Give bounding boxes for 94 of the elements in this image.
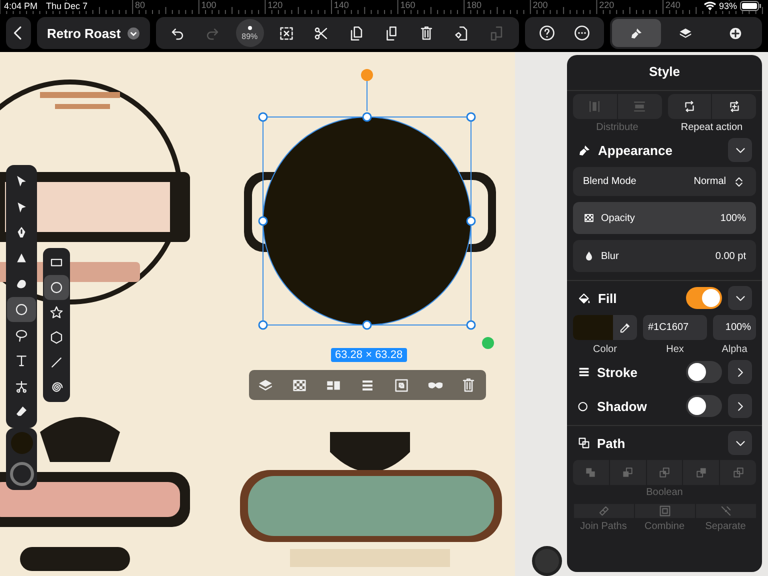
more-icon — [572, 24, 591, 42]
checkerboard-icon — [583, 212, 595, 224]
boolean-label: Boolean — [646, 487, 683, 498]
path-action-label: Separate — [705, 521, 746, 532]
floating-button[interactable] — [532, 546, 562, 576]
path-action-label: Combine — [644, 521, 685, 532]
property-value: Normal — [694, 176, 726, 187]
path-squares-icon — [577, 436, 591, 450]
section-title: Path — [597, 436, 626, 450]
text-tool-icon — [14, 353, 29, 368]
layers-icon — [678, 26, 694, 40]
star-icon — [49, 305, 64, 320]
property-label: Blend Mode — [583, 176, 638, 187]
spiral-icon — [49, 380, 64, 395]
battery-percent: 93% — [718, 1, 737, 11]
circle-icon — [14, 302, 29, 317]
ruler-label: 100 — [201, 0, 216, 10]
lasso-icon — [14, 328, 29, 343]
property-label: Opacity — [601, 212, 636, 224]
path-action-button[interactable] — [573, 504, 634, 518]
collapse-button[interactable] — [728, 138, 752, 162]
property-row[interactable]: Blend Mode Normal — [573, 167, 756, 196]
lines-icon — [577, 365, 591, 379]
collapse-button[interactable] — [728, 286, 752, 310]
section-title: Appearance — [598, 142, 674, 158]
field-label: Color — [593, 344, 617, 355]
eyedropper-icon — [618, 320, 632, 334]
circle-icon — [49, 280, 64, 295]
chain-link-icon — [597, 504, 611, 518]
zoom-button[interactable]: 89% — [236, 19, 264, 47]
help-icon — [538, 24, 556, 42]
toggle-switch[interactable] — [686, 287, 722, 309]
document-title-menu[interactable]: Retro Roast — [36, 17, 150, 49]
expand-button[interactable] — [728, 394, 752, 418]
collapse-button[interactable] — [728, 431, 752, 455]
field-label: Alpha — [722, 344, 748, 355]
subtract-icon — [621, 466, 634, 479]
inspector-tab[interactable] — [612, 19, 662, 47]
brush-icon — [628, 26, 644, 40]
battery-icon — [740, 1, 762, 11]
toggle-switch[interactable] — [686, 395, 722, 417]
path-action-label: Join Paths — [580, 521, 627, 532]
divide-icon — [732, 466, 745, 479]
drop-icon — [583, 250, 595, 262]
property-row[interactable]: Blur 0.00 pt — [573, 240, 756, 272]
union-icon — [584, 466, 598, 479]
ruler-label: 180 — [466, 0, 482, 10]
exclude-icon — [694, 466, 708, 479]
section-title: Stroke — [597, 364, 638, 380]
dashed-box-x-icon — [278, 24, 296, 42]
scissors-icon — [14, 378, 29, 394]
path-action-button[interactable] — [634, 504, 695, 518]
color-swatch[interactable] — [573, 315, 613, 340]
ruler-label: 140 — [334, 0, 349, 10]
wifi-icon — [704, 1, 716, 11]
ruler-label: 80 — [135, 0, 146, 10]
property-value: 100% — [720, 212, 746, 224]
rotation-handle[interactable] — [361, 69, 373, 112]
toggle-switch[interactable] — [686, 361, 722, 383]
ruler-label: 220 — [599, 0, 614, 10]
ruler-label: 240 — [665, 0, 680, 10]
tool-button[interactable] — [7, 296, 36, 322]
ruler-label: 200 — [532, 0, 548, 10]
section-title: Shadow — [597, 398, 648, 414]
size-label: 63.28 × 63.28 — [331, 348, 407, 362]
distribute-label: Distribute — [596, 122, 638, 133]
add-icon — [728, 26, 743, 40]
framed-squares-icon — [392, 376, 410, 394]
distribute-vertical-icon — [632, 99, 648, 114]
hex-field[interactable]: #1C1607 — [643, 315, 707, 340]
combine-icon — [658, 504, 672, 518]
brush-icon — [577, 142, 592, 158]
property-row[interactable]: Opacity 100% — [573, 202, 756, 234]
alpha-field[interactable]: 100% — [713, 315, 756, 340]
separate-icon — [719, 504, 733, 518]
pivot-handle[interactable] — [482, 337, 494, 349]
repeat-action-label: Repeat action — [680, 122, 743, 133]
shape-tool-button[interactable] — [44, 275, 69, 300]
ruler-label: 160 — [400, 0, 416, 10]
distribute-horizontal-icon — [587, 99, 602, 114]
stroke-well[interactable] — [10, 462, 34, 486]
hexagon-icon — [49, 330, 64, 345]
section-title: Fill — [598, 290, 618, 306]
ruler-label: 120 — [268, 0, 283, 10]
line-icon — [49, 355, 64, 370]
field-label: Hex — [666, 344, 684, 355]
intersect-icon — [658, 466, 671, 479]
chevron-down-icon — [126, 26, 140, 40]
paint-bucket-icon — [577, 290, 592, 306]
back-button[interactable] — [6, 17, 31, 49]
panel-title: Style — [567, 55, 762, 91]
expand-button[interactable] — [728, 360, 752, 384]
property-value: 0.00 pt — [715, 250, 746, 262]
property-label: Blur — [601, 250, 620, 262]
